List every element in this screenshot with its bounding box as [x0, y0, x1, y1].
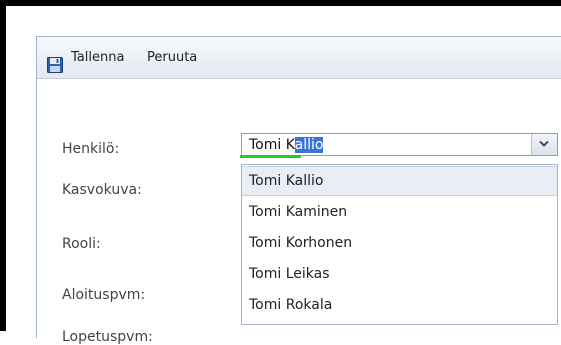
- autocomplete-selection: allio: [294, 137, 324, 153]
- role-label: Rooli:: [62, 236, 101, 252]
- floppy-disk-icon: [47, 49, 63, 73]
- person-label: Henkilö:: [62, 141, 120, 157]
- app-window: Tallenna Peruuta Henkilö: Kasvokuva: Roo…: [6, 6, 561, 345]
- face-image-label: Kasvokuva:: [62, 182, 142, 198]
- start-date-label: Aloituspvm:: [62, 287, 146, 303]
- person-dropdown-list: Tomi Kallio Tomi Kaminen Tomi Korhonen T…: [241, 164, 558, 325]
- dropdown-option[interactable]: Tomi Kallio: [242, 166, 557, 196]
- dropdown-option[interactable]: Tomi Korhonen: [242, 228, 557, 258]
- form-panel: Tallenna Peruuta Henkilö: Kasvokuva: Roo…: [36, 36, 561, 345]
- save-button-label: Tallenna: [71, 50, 125, 65]
- person-combobox[interactable]: Tomi Kallio: [241, 133, 558, 156]
- toolbar: Tallenna Peruuta: [37, 37, 561, 79]
- dropdown-option[interactable]: Tomi Rokala: [242, 290, 557, 320]
- cancel-button[interactable]: Peruuta: [147, 37, 197, 78]
- end-date-label: Lopetuspvm:: [62, 329, 153, 345]
- dropdown-option[interactable]: Tomi Kaminen: [242, 197, 557, 227]
- typed-text-underline: [240, 155, 301, 158]
- person-combobox-text[interactable]: Tomi Kallio: [249, 135, 324, 155]
- dropdown-option[interactable]: Tomi Leikas: [242, 259, 557, 289]
- combobox-dropdown-button[interactable]: [531, 134, 557, 155]
- typed-text: Tomi K: [249, 137, 295, 153]
- chevron-down-icon: [539, 140, 549, 147]
